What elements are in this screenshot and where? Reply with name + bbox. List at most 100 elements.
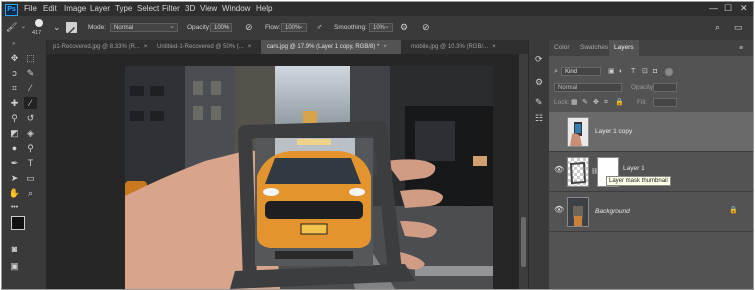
smart-object-filter-icon[interactable]: ◘ [653, 67, 657, 76]
close-icon[interactable]: × [492, 44, 496, 50]
menu-window[interactable]: Window [222, 4, 250, 14]
tab-cars[interactable]: cars.jpg @ 17.9% (Layer 1 copy, RGB/8) *… [261, 40, 401, 54]
blend-mode-dropdown[interactable]: Normal [554, 83, 622, 92]
tab-p1-recovered[interactable]: p1-Recovered.jpg @ 8.33% (R... × [47, 40, 147, 54]
adjustment-filter-icon[interactable]: ◐ [619, 67, 623, 76]
clone-stamp-tool-icon[interactable]: ⚲ [8, 112, 21, 124]
adjustments-panel-icon[interactable]: ⚙ [535, 78, 543, 87]
tab-color[interactable]: Color [549, 40, 575, 56]
layer-thumbnail[interactable] [567, 117, 589, 147]
brush-preset-picker[interactable]: 417 [32, 18, 48, 38]
panel-menu-icon[interactable]: ≡ [739, 44, 743, 53]
layer-row-layer-1[interactable]: 👁 ⛓ Layer 1 [549, 152, 753, 192]
zoom-tool-icon[interactable]: ⌕ [24, 187, 37, 199]
tab-layers[interactable]: Layers [609, 40, 639, 56]
brush-tool-icon[interactable]: 🖌 [6, 22, 17, 32]
flow-dropdown[interactable]: 100% [281, 22, 307, 32]
foreground-color-swatch[interactable] [11, 216, 25, 230]
chevron-down-icon[interactable]: ⌄ [53, 22, 61, 32]
layer-row-layer-1-copy[interactable]: Layer 1 copy [549, 112, 753, 152]
healing-tool-icon[interactable]: ✚ [8, 97, 21, 109]
lock-transparent-icon[interactable]: ▦ [571, 98, 578, 107]
eraser-tool-icon[interactable]: ◩ [8, 127, 21, 139]
fill-field[interactable] [653, 98, 677, 107]
pixel-filter-icon[interactable]: ▣ [608, 67, 615, 76]
opacity-dropdown[interactable]: 100% [210, 22, 232, 32]
collapse-icon[interactable]: » [12, 41, 15, 47]
path-select-tool-icon[interactable]: ➤ [8, 172, 21, 184]
scrollbar-thumb[interactable] [521, 217, 526, 267]
filter-toggle-icon[interactable] [665, 68, 673, 76]
type-filter-icon[interactable]: T [631, 67, 635, 76]
pressure-opacity-icon[interactable]: ⊘ [245, 22, 253, 32]
quick-select-tool-icon[interactable]: ✎ [24, 67, 37, 79]
menu-select[interactable]: Select [137, 4, 159, 14]
lock-pixels-icon[interactable]: ✎ [582, 98, 588, 107]
menu-filter[interactable]: Filter [162, 4, 180, 14]
more-tools-icon[interactable]: ••• [8, 202, 21, 214]
canvas-area[interactable] [47, 54, 519, 289]
crop-tool-icon[interactable]: ⌗ [8, 82, 21, 94]
tab-swatches[interactable]: Swatches [575, 40, 613, 56]
history-panel-icon[interactable]: ⟳ [535, 55, 543, 64]
marquee-tool-icon[interactable]: ⬚ [24, 52, 37, 64]
workspace-icon[interactable]: ▭ [734, 22, 743, 32]
hand-tool-icon[interactable]: ✋ [8, 187, 21, 199]
properties-panel-icon[interactable]: ☷ [535, 114, 543, 123]
menu-layer[interactable]: Layer [90, 4, 110, 14]
shape-filter-icon[interactable]: ⊡ [642, 67, 648, 76]
blur-tool-icon[interactable]: ● [8, 142, 21, 154]
layer-opacity-field[interactable] [653, 83, 677, 92]
visibility-toggle[interactable] [554, 127, 563, 136]
eyedropper-tool-icon[interactable]: ⁄ [24, 82, 37, 94]
quick-mask-icon[interactable]: ◙ [8, 243, 21, 255]
layer-thumbnail[interactable] [567, 157, 589, 187]
lock-artboard-icon[interactable]: ⌗ [604, 98, 608, 107]
menu-file[interactable]: File [24, 4, 37, 14]
layer-name[interactable]: Layer 1 [623, 165, 645, 173]
chevron-down-icon[interactable]: ⌄ [21, 22, 26, 32]
layer-thumbnail[interactable] [567, 197, 589, 227]
lock-all-icon[interactable]: 🔒 [615, 98, 624, 107]
type-tool-icon[interactable]: T [24, 157, 37, 169]
tab-untitled-recovered[interactable]: Untitled-1-Recovered @ 50% (... × [151, 40, 257, 54]
menu-view[interactable]: View [200, 4, 217, 14]
close-icon[interactable]: × [383, 44, 387, 50]
paint-bucket-tool-icon[interactable]: ◈ [24, 127, 37, 139]
screen-mode-icon[interactable]: ▣ [8, 260, 21, 272]
brush-panel-icon[interactable]: ✎ [535, 98, 543, 107]
dodge-tool-icon[interactable]: ⚲ [24, 142, 37, 154]
layer-name[interactable]: Background [595, 208, 630, 216]
search-icon[interactable]: ⌕ [715, 22, 720, 32]
minimize-button[interactable]: — [709, 3, 718, 14]
airbrush-icon[interactable]: ♂ [316, 22, 323, 32]
kind-filter-dropdown[interactable]: Kind [561, 67, 601, 76]
smoothing-dropdown[interactable]: 10% [369, 22, 393, 32]
eye-icon[interactable]: 👁 [554, 165, 564, 175]
menu-image[interactable]: Image [64, 4, 86, 14]
gear-icon[interactable]: ⚙ [400, 22, 408, 32]
close-window-button[interactable]: ✕ [740, 3, 748, 14]
eye-icon[interactable]: 👁 [554, 205, 564, 215]
rectangle-tool-icon[interactable]: ▭ [24, 172, 37, 184]
layer-row-background[interactable]: 👁 Background 🔒 [549, 192, 753, 232]
document-image[interactable] [125, 66, 493, 289]
brush-settings-icon[interactable] [66, 22, 77, 34]
menu-type[interactable]: Type [115, 4, 132, 14]
layer-name[interactable]: Layer 1 copy [595, 128, 632, 136]
menu-edit[interactable]: Edit [43, 4, 57, 14]
menu-help[interactable]: Help [256, 4, 272, 14]
pressure-size-icon[interactable]: ⊘ [422, 22, 430, 32]
close-icon[interactable]: × [248, 44, 252, 50]
lock-position-icon[interactable]: ✥ [593, 98, 599, 107]
brush-tool-icon[interactable]: ⁄ [24, 97, 37, 109]
close-icon[interactable]: × [144, 44, 147, 50]
pen-tool-icon[interactable]: ✒ [8, 157, 21, 169]
mode-dropdown[interactable]: Normal [110, 22, 178, 32]
tab-mobile[interactable]: mobile.jpg @ 10.3% (RGB/... × [405, 40, 535, 54]
menu-3d[interactable]: 3D [185, 4, 195, 14]
move-tool-icon[interactable]: ✥ [8, 52, 21, 64]
maximize-button[interactable]: ☐ [724, 3, 732, 14]
history-brush-tool-icon[interactable]: ↺ [24, 112, 37, 124]
lasso-tool-icon[interactable]: ↄ [8, 67, 21, 79]
